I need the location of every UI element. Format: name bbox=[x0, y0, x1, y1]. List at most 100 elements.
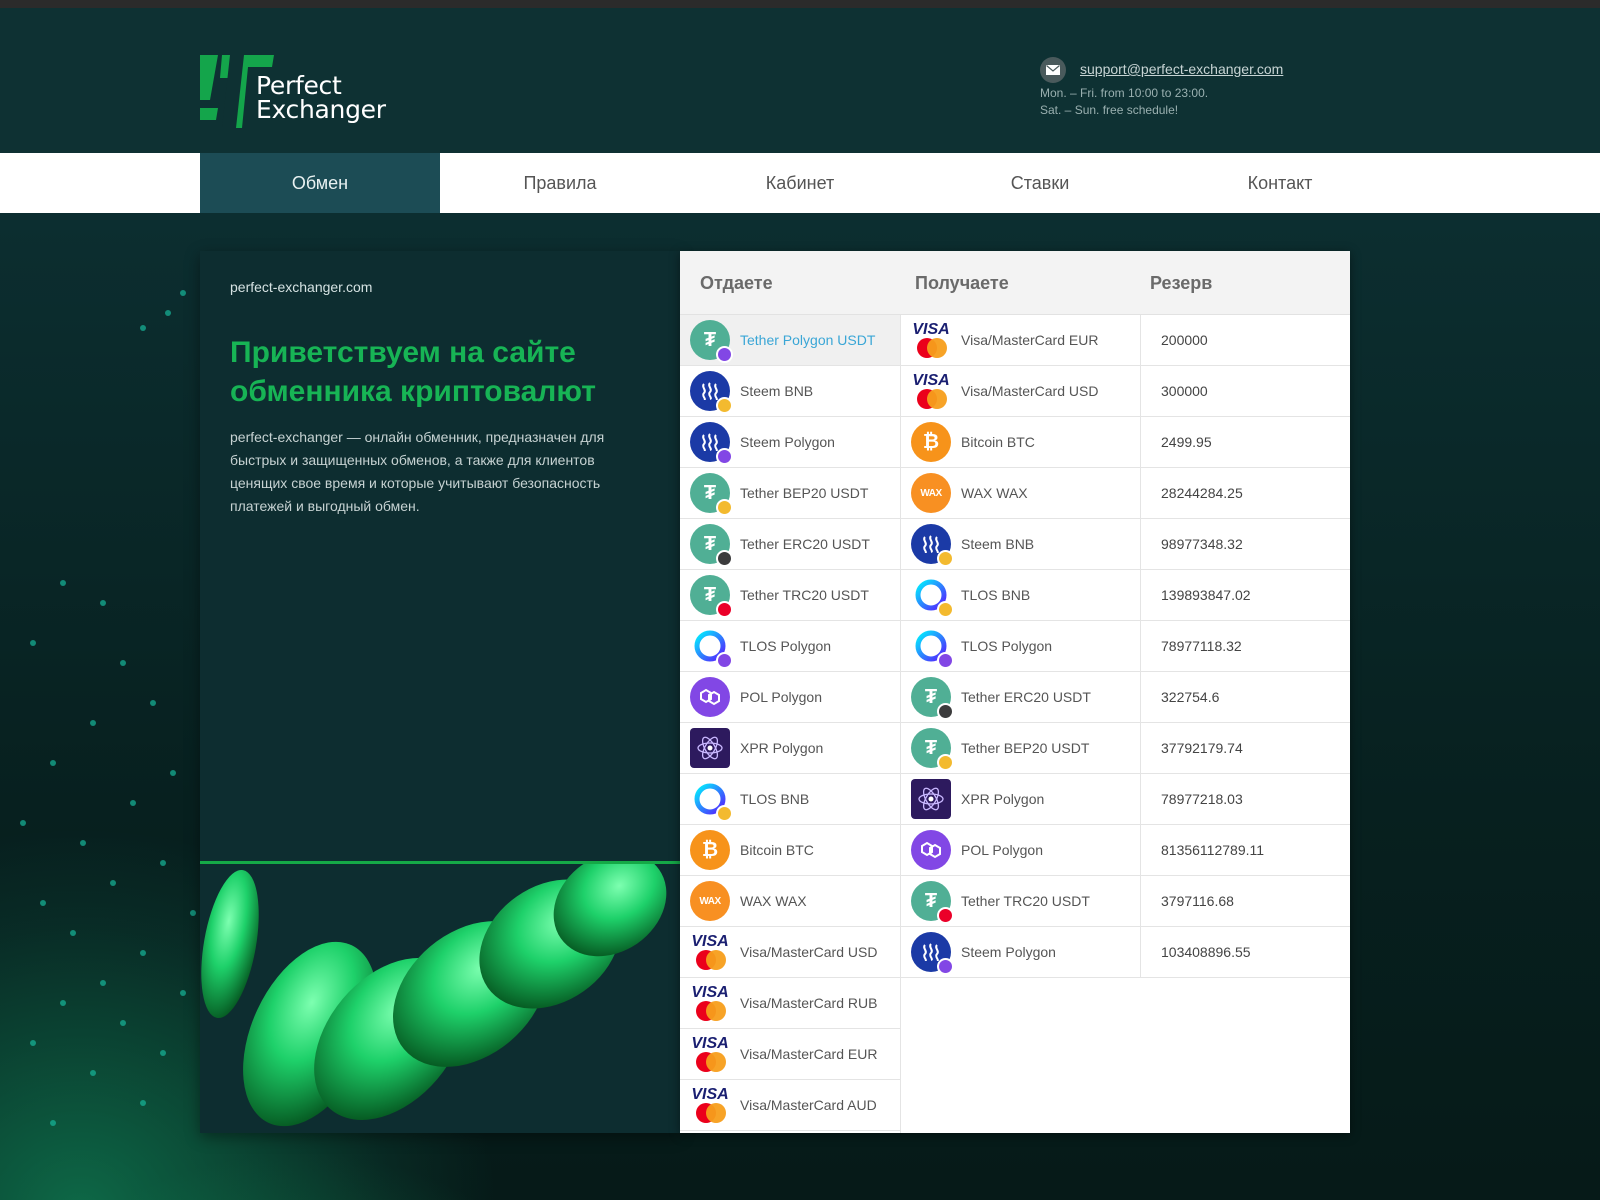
decor-dot bbox=[160, 1050, 166, 1056]
get-row[interactable]: ₮ Tether BEP20 USDT bbox=[901, 723, 1140, 774]
get-currency-label: Visa/MasterCard EUR bbox=[961, 332, 1099, 348]
give-row[interactable]: POL Polygon bbox=[680, 672, 900, 723]
get-row[interactable]: ₿ Bitcoin BTC bbox=[901, 417, 1140, 468]
currency-icon-wrap bbox=[911, 932, 954, 975]
give-row[interactable]: VISA Visa/MasterCard USD bbox=[680, 927, 900, 978]
get-row[interactable]: TLOS BNB bbox=[901, 570, 1140, 621]
give-row[interactable]: ₮ Tether Polygon USDT bbox=[680, 315, 900, 366]
reserve-row: 300000 bbox=[1141, 366, 1350, 417]
nav-item-2[interactable]: Кабинет bbox=[680, 153, 920, 213]
currency-icon-wrap bbox=[911, 524, 954, 567]
give-currency-label: Tether BEP20 USDT bbox=[740, 485, 869, 501]
give-row[interactable]: Steem BNB bbox=[680, 366, 900, 417]
polygon-icon bbox=[911, 830, 951, 870]
give-currency-label: Tether Polygon USDT bbox=[740, 332, 876, 348]
give-row[interactable]: XPR Polygon bbox=[680, 723, 900, 774]
currency-icon-wrap: VISA bbox=[911, 371, 951, 411]
nav-item-4[interactable]: Контакт bbox=[1160, 153, 1400, 213]
decor-dot bbox=[120, 1020, 126, 1026]
get-row[interactable]: VISA Visa/MasterCard USD bbox=[901, 366, 1140, 417]
nav-item-0[interactable]: Обмен bbox=[200, 153, 440, 213]
decor-dot bbox=[20, 820, 26, 826]
support-email-link[interactable]: support@perfect-exchanger.com bbox=[1080, 61, 1283, 78]
reserve-value: 322754.6 bbox=[1161, 689, 1220, 705]
currency-icon-wrap bbox=[911, 575, 954, 618]
get-row[interactable]: ₮ Tether ERC20 USDT bbox=[901, 672, 1140, 723]
reserve-value: 200000 bbox=[1161, 332, 1208, 348]
currency-icon-wrap bbox=[911, 830, 951, 870]
eth-badge-icon bbox=[716, 550, 733, 567]
work-hours: Mon. – Fri. from 10:00 to 23:00. Sat. – … bbox=[1040, 85, 1208, 119]
bnb-badge-icon bbox=[937, 754, 954, 771]
logo[interactable]: Perfect Exchanger bbox=[200, 48, 410, 128]
visa-mastercard-icon: VISA bbox=[690, 983, 730, 1023]
decor-dot bbox=[120, 660, 126, 666]
decor-dot bbox=[180, 290, 186, 296]
decor-dot bbox=[60, 580, 66, 586]
nav-item-3[interactable]: Ставки bbox=[920, 153, 1160, 213]
reserve-value: 78977218.03 bbox=[1161, 791, 1243, 807]
bitcoin-icon: ₿ bbox=[690, 830, 730, 870]
currency-icon-wrap: VISA bbox=[690, 1085, 730, 1125]
get-row[interactable]: Steem Polygon bbox=[901, 927, 1140, 978]
decor-dot bbox=[190, 910, 196, 916]
get-currency-label: Visa/MasterCard USD bbox=[961, 383, 1099, 399]
currency-icon-wrap bbox=[690, 422, 733, 465]
give-row[interactable]: TLOS BNB bbox=[680, 774, 900, 825]
bnb-badge-icon bbox=[937, 601, 954, 618]
bnb-badge-icon bbox=[716, 499, 733, 516]
give-row[interactable]: VISA Visa/MasterCard RUB bbox=[680, 978, 900, 1029]
visa-mastercard-icon: VISA bbox=[911, 371, 951, 411]
currency-icon-wrap bbox=[690, 779, 733, 822]
hours-weekdays: Mon. – Fri. from 10:00 to 23:00. bbox=[1040, 86, 1209, 100]
decor-dot bbox=[70, 930, 76, 936]
table-header: Отдаете Получаете Резерв bbox=[680, 251, 1350, 315]
give-row[interactable]: WAX WAX WAX bbox=[680, 876, 900, 927]
polygon-badge-icon bbox=[716, 346, 733, 363]
get-row[interactable]: ₮ Tether TRC20 USDT bbox=[901, 876, 1140, 927]
currency-icon-wrap bbox=[690, 371, 733, 414]
reserve-value: 2499.95 bbox=[1161, 434, 1212, 450]
currency-icon-wrap bbox=[690, 626, 733, 669]
get-currency-label: TLOS Polygon bbox=[961, 638, 1053, 654]
currency-icon-wrap: VISA bbox=[690, 1034, 730, 1074]
polygon-badge-icon bbox=[937, 958, 954, 975]
give-row[interactable]: Steem Polygon bbox=[680, 417, 900, 468]
decor-dot bbox=[140, 325, 146, 331]
get-row[interactable]: VISA Visa/MasterCard EUR bbox=[901, 315, 1140, 366]
visa-mastercard-icon: VISA bbox=[690, 1034, 730, 1074]
nav-item-1[interactable]: Правила bbox=[440, 153, 680, 213]
get-row[interactable]: WAX WAX WAX bbox=[901, 468, 1140, 519]
trx-badge-icon bbox=[937, 907, 954, 924]
currency-icon-wrap: ₮ bbox=[690, 575, 733, 618]
get-row[interactable]: TLOS Polygon bbox=[901, 621, 1140, 672]
coins-illustration bbox=[200, 861, 680, 1133]
give-row[interactable]: ₮ Tether BEP20 USDT bbox=[680, 468, 900, 519]
reserve-row: 200000 bbox=[1141, 315, 1350, 366]
polygon-icon bbox=[690, 677, 730, 717]
bnb-badge-icon bbox=[716, 397, 733, 414]
give-currency-label: Visa/MasterCard AUD bbox=[740, 1097, 877, 1113]
get-row[interactable]: POL Polygon bbox=[901, 825, 1140, 876]
get-currency-label: POL Polygon bbox=[961, 842, 1043, 858]
give-currency-label: Visa/MasterCard USD bbox=[740, 944, 878, 960]
trx-badge-icon bbox=[716, 601, 733, 618]
currency-icon-wrap: ₮ bbox=[911, 728, 954, 771]
give-row[interactable]: ₮ Tether TRC20 USDT bbox=[680, 570, 900, 621]
give-currency-label: TLOS BNB bbox=[740, 791, 810, 807]
logo-text: Perfect Exchanger bbox=[256, 73, 386, 122]
decor-dot bbox=[100, 600, 106, 606]
give-row[interactable]: ₮ Tether ERC20 USDT bbox=[680, 519, 900, 570]
give-row[interactable]: VISA Visa/MasterCard EUR bbox=[680, 1029, 900, 1080]
get-row[interactable]: XPR Polygon bbox=[901, 774, 1140, 825]
give-row[interactable]: ₿ Bitcoin BTC bbox=[680, 825, 900, 876]
reserve-row: 2499.95 bbox=[1141, 417, 1350, 468]
give-row[interactable]: VISA Visa/MasterCard AUD bbox=[680, 1080, 900, 1131]
give-row[interactable]: TLOS Polygon bbox=[680, 621, 900, 672]
decor-dot bbox=[50, 1120, 56, 1126]
get-column: VISA Visa/MasterCard EUR VISA Visa/MasterCa… bbox=[900, 315, 1140, 978]
get-row[interactable]: Steem BNB bbox=[901, 519, 1140, 570]
decor-dot bbox=[140, 950, 146, 956]
bnb-badge-icon bbox=[716, 805, 733, 822]
reserve-row: 78977218.03 bbox=[1141, 774, 1350, 825]
